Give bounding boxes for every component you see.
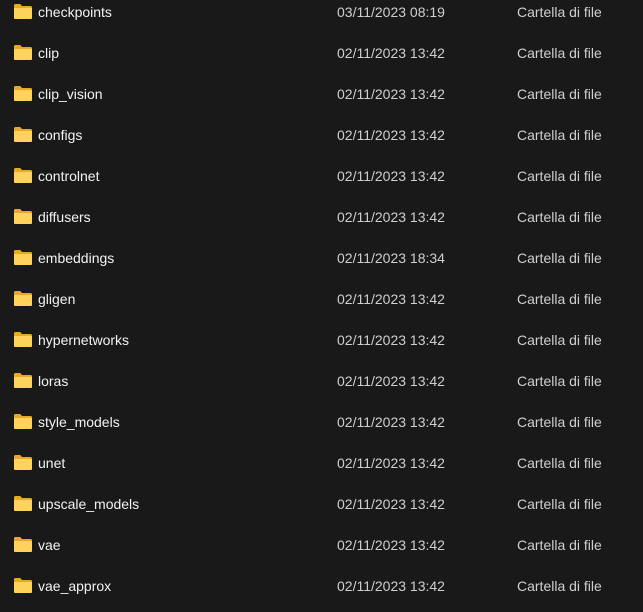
item-date-modified: 02/11/2023 13:42 — [337, 537, 445, 553]
item-date-modified: 02/11/2023 13:42 — [337, 127, 445, 143]
folder-icon — [13, 331, 33, 348]
list-item[interactable]: diffusers 02/11/2023 13:42 Cartella di fil… — [0, 197, 643, 238]
item-date-modified: 02/11/2023 13:42 — [337, 373, 445, 389]
item-type: Cartella di file — [517, 414, 602, 430]
item-date-modified: 02/11/2023 13:42 — [337, 291, 445, 307]
item-name: hypernetworks — [38, 332, 130, 348]
file-list: checkpoints 03/11/2023 08:19 Cartella di f… — [0, 0, 643, 607]
list-item[interactable]: unet 02/11/2023 13:42 Cartella di file — [0, 443, 643, 484]
item-name: unet — [38, 455, 66, 471]
item-date-modified: 02/11/2023 18:34 — [337, 250, 445, 266]
item-type: Cartella di file — [517, 86, 602, 102]
item-type: Cartella di file — [517, 250, 602, 266]
item-type: Cartella di file — [517, 578, 602, 594]
item-name: diffusers — [38, 209, 91, 225]
folder-icon — [13, 126, 33, 143]
item-date-modified: 02/11/2023 13:42 — [337, 209, 445, 225]
item-type: Cartella di file — [517, 168, 602, 184]
item-type: Cartella di file — [517, 332, 602, 348]
folder-icon — [13, 167, 33, 184]
item-date-modified: 02/11/2023 13:42 — [337, 496, 445, 512]
item-type: Cartella di file — [517, 455, 602, 471]
item-date-modified: 02/11/2023 13:42 — [337, 45, 445, 61]
folder-icon — [13, 536, 33, 553]
item-date-modified: 02/11/2023 13:42 — [337, 168, 445, 184]
item-type: Cartella di file — [517, 373, 602, 389]
folder-icon — [13, 290, 33, 307]
item-name: configs — [38, 127, 83, 143]
item-type: Cartella di file — [517, 496, 602, 512]
list-item[interactable]: hypernetworks 02/11/2023 13:42 Cartella di… — [0, 320, 643, 361]
item-type: Cartella di file — [517, 537, 602, 553]
folder-icon — [13, 495, 33, 512]
item-name: vae — [38, 537, 61, 553]
item-name: vae_approx — [38, 578, 112, 594]
item-type: Cartella di file — [517, 209, 602, 225]
folder-icon — [13, 249, 33, 266]
item-name: clip — [38, 45, 60, 61]
list-item[interactable]: style_models 02/11/2023 13:42 Cartella di … — [0, 402, 643, 443]
list-item[interactable]: upscale_models 02/11/2023 13:42 Cartella d… — [0, 484, 643, 525]
item-name: gligen — [38, 291, 76, 307]
item-date-modified: 02/11/2023 13:42 — [337, 86, 445, 102]
item-name: controlnet — [38, 168, 100, 184]
list-item[interactable]: vae_approx 02/11/2023 13:42 Cartella di fi… — [0, 566, 643, 607]
item-date-modified: 02/11/2023 13:42 — [337, 455, 445, 471]
folder-icon — [13, 85, 33, 102]
item-date-modified: 02/11/2023 13:42 — [337, 578, 445, 594]
item-name: embeddings — [38, 250, 115, 266]
item-date-modified: 02/11/2023 13:42 — [337, 332, 445, 348]
folder-icon — [13, 577, 33, 594]
item-type: Cartella di file — [517, 291, 602, 307]
folder-icon — [13, 413, 33, 430]
list-item[interactable]: clip_vision 02/11/2023 13:42 Cartella di f… — [0, 74, 643, 115]
folder-icon — [13, 372, 33, 389]
folder-icon — [13, 454, 33, 471]
item-date-modified: 02/11/2023 13:42 — [337, 414, 445, 430]
list-item[interactable]: checkpoints 03/11/2023 08:19 Cartella di f… — [0, 0, 643, 33]
item-name: checkpoints — [38, 4, 112, 20]
item-type: Cartella di file — [517, 45, 602, 61]
item-type: Cartella di file — [517, 4, 602, 20]
list-item[interactable]: clip 02/11/2023 13:42 Cartella di file — [0, 33, 643, 74]
list-item[interactable]: embeddings 02/11/2023 18:34 Cartella di fi… — [0, 238, 643, 279]
item-type: Cartella di file — [517, 127, 602, 143]
item-name: style_models — [38, 414, 120, 430]
list-item[interactable]: configs 02/11/2023 13:42 Cartella di file — [0, 115, 643, 156]
folder-icon — [13, 208, 33, 225]
item-name: clip_vision — [38, 86, 103, 102]
item-date-modified: 03/11/2023 08:19 — [337, 4, 445, 20]
folder-icon — [13, 3, 33, 20]
list-item[interactable]: gligen 02/11/2023 13:42 Cartella di file — [0, 279, 643, 320]
list-item[interactable]: loras 02/11/2023 13:42 Cartella di file — [0, 361, 643, 402]
item-name: loras — [38, 373, 69, 389]
list-item[interactable]: controlnet 02/11/2023 13:42 Cartella di fi… — [0, 156, 643, 197]
item-name: upscale_models — [38, 496, 140, 512]
list-item[interactable]: vae 02/11/2023 13:42 Cartella di file — [0, 525, 643, 566]
folder-icon — [13, 44, 33, 61]
